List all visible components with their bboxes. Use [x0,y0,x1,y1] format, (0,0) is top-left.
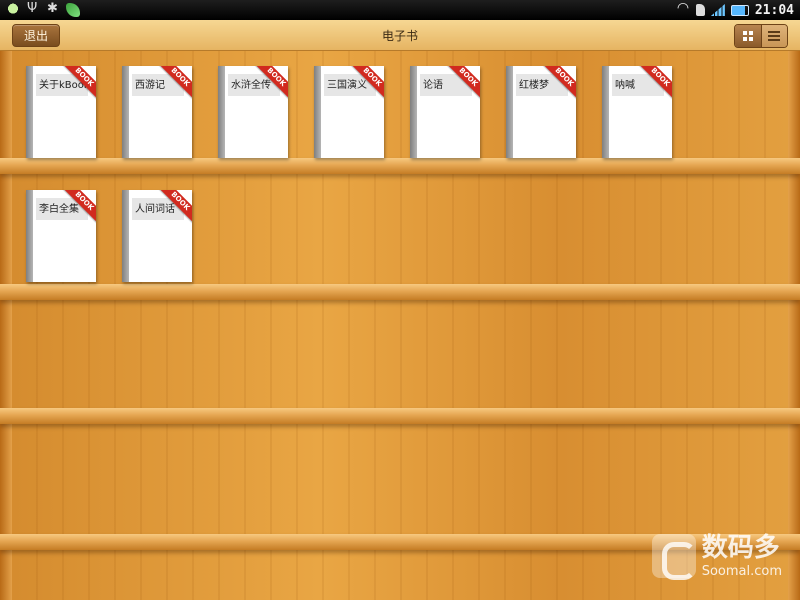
toolbar: 退出 电子书 [0,20,800,51]
status-bar: 21:04 [0,0,800,20]
bookshelf [0,51,800,600]
book-item[interactable]: 水浒全传 BOOK [218,66,288,158]
page-title: 电子书 [381,29,418,43]
book-spine [506,66,513,158]
watermark-en: Soomal.com [701,563,782,579]
clock: 21:04 [754,2,794,18]
book-spine [218,66,225,158]
bulb-icon [6,3,20,17]
list-icon [768,31,781,41]
grid-view-button[interactable] [735,25,761,47]
book-spine [26,66,33,158]
book-item[interactable]: 人间词话 BOOK [122,190,192,282]
soomal-logo-icon [651,534,696,580]
book-item[interactable]: 红楼梦 BOOK [506,66,576,158]
wifi-icon [676,0,690,17]
usb-icon [26,1,40,17]
book-item[interactable]: 呐喊 BOOK [602,66,672,158]
shelf-board [0,158,800,174]
shelf-side-left [0,51,12,600]
book-item[interactable]: 三国演义 BOOK [314,66,384,158]
view-toggle [734,24,788,48]
grid-icon [742,31,753,41]
book-spine [410,66,417,158]
sd-card-icon [695,4,705,16]
shelf-board [0,284,800,300]
watermark: 数码多 Soomal.com [651,532,782,580]
book-spine [602,66,609,158]
watermark-cn: 数码多 [701,532,780,563]
book-spine [122,66,129,158]
book-spine [314,66,321,158]
book-item[interactable]: 论语 BOOK [410,66,480,158]
battery-icon [730,4,749,16]
signal-icon [710,4,725,16]
list-view-button[interactable] [760,25,787,47]
bug-icon [46,1,60,17]
book-spine [26,190,33,282]
book-item[interactable]: 西游记 BOOK [122,66,192,158]
shelf-side-right [788,51,800,600]
book-item[interactable]: 关于kBook BOOK [26,66,96,158]
book-spine [122,190,129,282]
book-item[interactable]: 李白全集 BOOK [26,190,96,282]
shelf-board [0,408,800,424]
leaf-icon [66,3,80,17]
